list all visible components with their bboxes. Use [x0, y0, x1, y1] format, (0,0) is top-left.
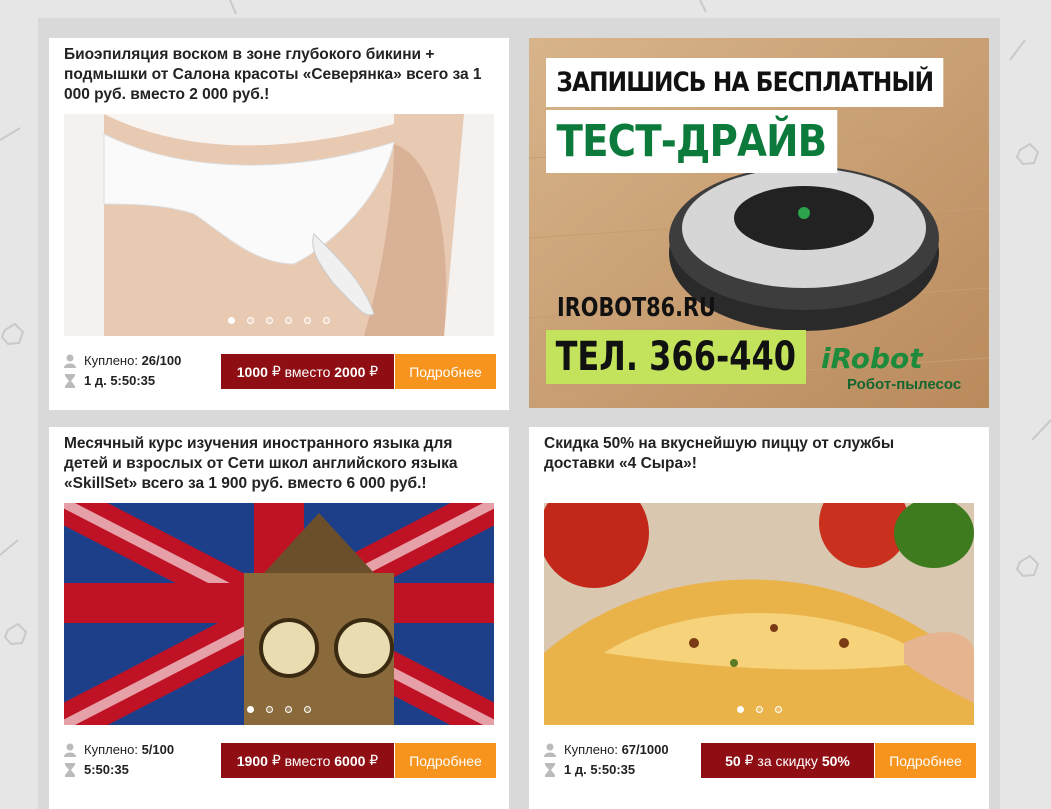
carousel-dots	[64, 706, 494, 713]
offer-stats: Куплено: 26/100 1 д. 5:50:35	[64, 351, 181, 391]
offer-title[interactable]: Биоэпиляция воском в зоне глубокого бики…	[64, 45, 484, 105]
bought-value: 5/100	[141, 742, 175, 757]
offer-photo[interactable]	[544, 503, 974, 725]
offer-card[interactable]: Скидка 50% на вкуснейшую пиццу от службы…	[529, 427, 989, 809]
carousel-dots	[64, 317, 494, 324]
person-icon	[64, 743, 76, 757]
bought-label: Куплено:	[84, 742, 138, 757]
currency: ₽	[744, 752, 754, 768]
carousel-dot[interactable]	[304, 317, 311, 324]
price-old: 2000	[334, 363, 366, 380]
offer-title[interactable]: Скидка 50% на вкуснейшую пиццу от службы…	[544, 434, 964, 474]
bikini-photo	[64, 114, 494, 336]
irobot-logo: iRobot	[821, 342, 923, 375]
bought-label: Куплено:	[84, 353, 138, 368]
carousel-dot[interactable]	[304, 706, 311, 713]
carousel-dot[interactable]	[323, 317, 330, 324]
offer-card[interactable]: Месячный курс изучения иностранного язык…	[49, 427, 509, 809]
currency: ₽	[271, 752, 281, 768]
more-button[interactable]: Подробнее	[395, 743, 496, 778]
offer-stats: Куплено: 5/100 5:50:35	[64, 740, 174, 780]
carousel-dot[interactable]	[755, 706, 763, 713]
price-badge[interactable]: 1900 ₽ вместо 6000 ₽	[221, 743, 394, 778]
carousel-dot[interactable]	[247, 317, 254, 324]
more-button[interactable]: Подробнее	[395, 354, 496, 389]
ad-test-drive: ТЕСТ-ДРАЙВ	[546, 110, 837, 173]
currency: ₽	[369, 752, 379, 768]
offer-photo[interactable]	[64, 114, 494, 336]
carousel-dot[interactable]	[285, 317, 292, 324]
person-icon	[544, 743, 556, 757]
offer-stats: Куплено: 67/1000 1 д. 5:50:35	[544, 740, 669, 780]
price-badge[interactable]: 1000 ₽ вместо 2000 ₽	[221, 354, 394, 389]
price-old: 50%	[821, 752, 850, 769]
carousel-dot[interactable]	[774, 706, 782, 713]
ad-url[interactable]: IROBOT86.RU	[557, 293, 716, 323]
carousel-dot[interactable]	[285, 706, 292, 713]
bought-value: 26/100	[141, 353, 182, 368]
big-ben-photo	[64, 503, 494, 725]
bought-value: 67/1000	[621, 742, 669, 757]
price-mid-text: вместо	[284, 752, 331, 769]
bought-label: Куплено:	[564, 742, 618, 757]
price-new: 1000	[236, 363, 268, 380]
currency: ₽	[369, 363, 379, 379]
offer-photo[interactable]	[64, 503, 494, 725]
carousel-dot[interactable]	[266, 317, 273, 324]
more-button[interactable]: Подробнее	[875, 743, 976, 778]
price-mid-text: вместо	[284, 363, 331, 380]
price-badge[interactable]: 50 ₽ за скидку 50%	[701, 743, 874, 778]
offer-card[interactable]: Биоэпиляция воском в зоне глубокого бики…	[49, 38, 509, 410]
hourglass-icon	[64, 763, 76, 777]
offer-title[interactable]: Месячный курс изучения иностранного язык…	[64, 434, 484, 494]
currency: ₽	[271, 363, 281, 379]
carousel-dot[interactable]	[228, 317, 235, 324]
carousel-dots	[544, 706, 974, 713]
price-new: 50	[725, 752, 741, 769]
price-new: 1900	[236, 752, 268, 769]
carousel-dot[interactable]	[247, 706, 254, 713]
countdown-timer: 1 д. 5:50:35	[564, 762, 636, 777]
ad-headline: ЗАПИШИСЬ НА БЕСПЛАТНЫЙ	[546, 58, 944, 107]
pizza-photo	[544, 503, 974, 725]
price-old: 6000	[334, 752, 366, 769]
ad-phone: ТЕЛ. 366-440	[546, 330, 806, 384]
price-mid-text: за скидку	[757, 752, 818, 769]
ad-subtitle: Робот-пылесос	[847, 376, 962, 393]
hourglass-icon	[544, 763, 556, 777]
person-icon	[64, 354, 76, 368]
countdown-timer: 5:50:35	[84, 762, 129, 777]
carousel-dot[interactable]	[736, 706, 744, 713]
irobot-ad-banner[interactable]: ЗАПИШИСЬ НА БЕСПЛАТНЫЙ ТЕСТ-ДРАЙВ IROBOT…	[529, 38, 989, 408]
countdown-timer: 1 д. 5:50:35	[84, 373, 156, 388]
carousel-dot[interactable]	[266, 706, 273, 713]
hourglass-icon	[64, 374, 76, 388]
